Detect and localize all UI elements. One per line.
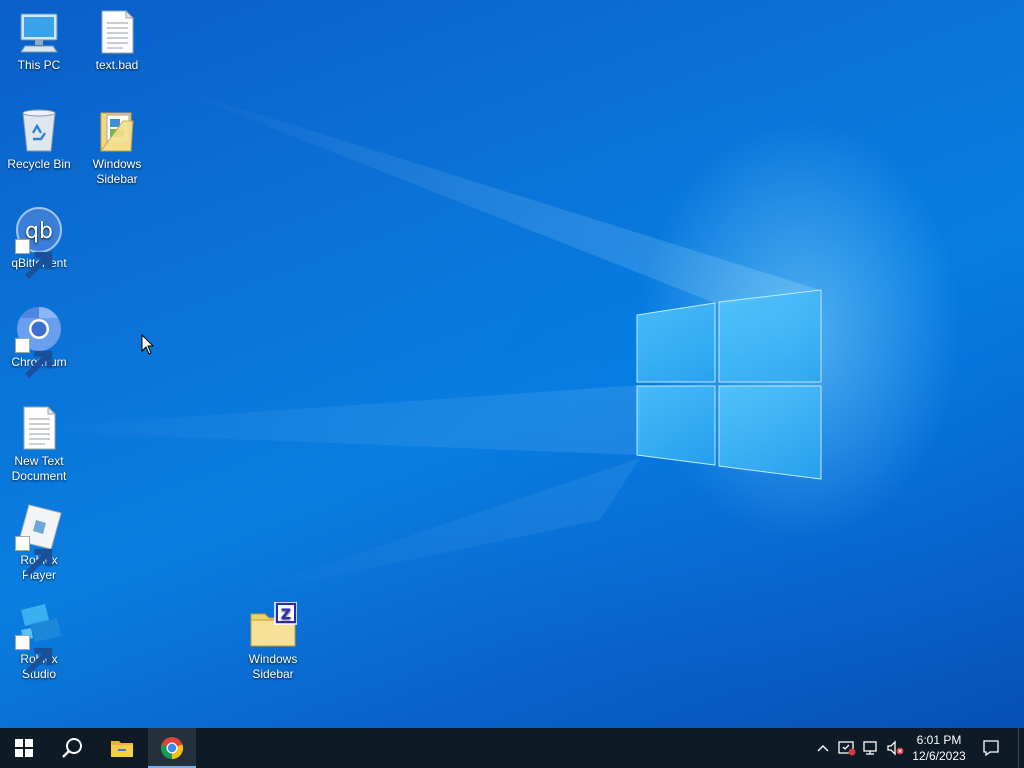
shortcut-arrow-icon — [15, 239, 53, 280]
taskbar: 6:01 PM 12/6/2023 — [0, 728, 1024, 768]
file-explorer-button[interactable] — [98, 728, 146, 768]
recycle-bin-icon — [15, 107, 63, 155]
text-document-icon — [93, 8, 141, 56]
chrome-icon — [160, 737, 184, 760]
search-button[interactable] — [48, 728, 96, 768]
volume-tray-button[interactable] — [885, 738, 905, 758]
shortcut-arrow-icon — [15, 635, 53, 676]
file-explorer-icon — [111, 741, 133, 757]
qbittorrent-icon: qb — [15, 206, 63, 280]
security-tray-button[interactable] — [837, 738, 857, 758]
security-icon — [838, 741, 856, 756]
clock-date: 12/6/2023 — [912, 749, 966, 763]
desktop-icon-roblox-player[interactable]: Roblox Player — [0, 503, 78, 583]
desktop[interactable]: This PC text.bad Recycle Bin Windows Sid… — [0, 0, 1024, 728]
desktop-icon-qbittorrent[interactable]: qb qBittorrent — [0, 206, 78, 280]
windows-logo-graphic — [636, 289, 822, 480]
network-tray-button[interactable] — [861, 738, 881, 758]
mouse-cursor-icon — [141, 334, 155, 355]
windows-logo-icon — [15, 739, 33, 757]
show-desktop-button[interactable] — [1018, 728, 1024, 768]
volume-muted-icon — [887, 740, 904, 756]
chrome-taskbar-button[interactable] — [148, 728, 196, 768]
desktop-icon-windows-sidebar-zip[interactable]: Z Windows Sidebar — [234, 601, 312, 682]
desktop-icon-roblox-studio[interactable]: Roblox Studio — [0, 602, 78, 682]
chromium-icon — [15, 305, 63, 379]
folder-icon — [93, 107, 141, 155]
winzip-folder-icon: Z — [249, 601, 298, 650]
desktop-icon-recycle-bin[interactable]: Recycle Bin — [0, 107, 78, 172]
svg-text:Z: Z — [281, 607, 291, 623]
search-icon — [62, 738, 82, 758]
this-pc-icon — [15, 8, 63, 56]
clock-time: 6:01 PM — [916, 733, 962, 747]
desktop-icon-text-bad[interactable]: text.bad — [78, 8, 156, 73]
shortcut-arrow-icon — [15, 536, 53, 577]
desktop-icon-new-text-document[interactable]: New Text Document — [0, 404, 78, 484]
text-document-icon — [15, 404, 63, 452]
show-hidden-icons-button[interactable] — [813, 738, 833, 758]
chevron-up-icon — [817, 745, 829, 752]
roblox-studio-icon — [15, 602, 63, 676]
roblox-player-icon — [15, 503, 63, 577]
desktop-icon-this-pc[interactable]: This PC — [0, 8, 78, 73]
network-icon — [863, 741, 877, 755]
desktop-icon-windows-sidebar[interactable]: Windows Sidebar — [78, 107, 156, 187]
start-button[interactable] — [0, 728, 48, 768]
desktop-icon-chromium[interactable]: Chromium — [0, 305, 78, 379]
action-center-button[interactable] — [981, 738, 1001, 758]
action-center-icon — [983, 740, 999, 757]
taskbar-clock[interactable]: 6:01 PM 12/6/2023 — [906, 728, 972, 768]
shortcut-arrow-icon — [15, 338, 53, 379]
